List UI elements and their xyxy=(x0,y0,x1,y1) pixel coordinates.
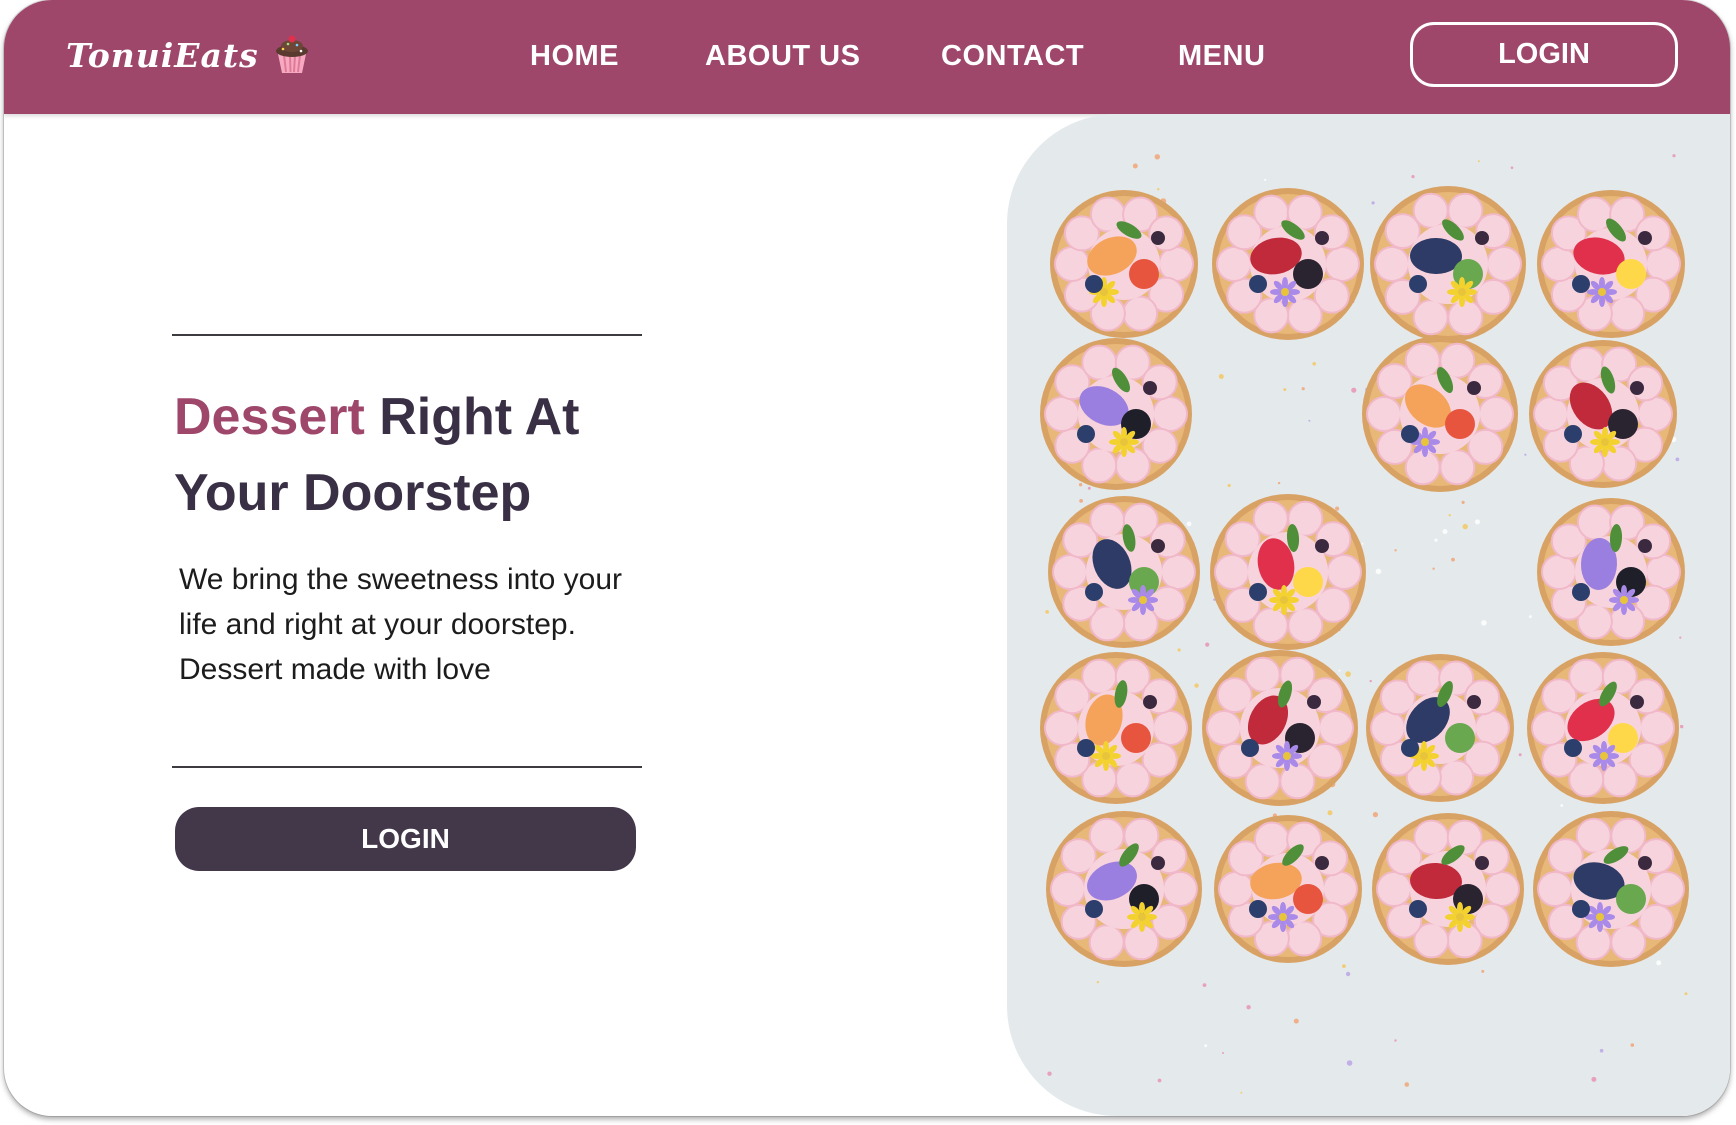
nav-about-us[interactable]: ABOUT US xyxy=(705,36,860,76)
hero-login-button[interactable]: LOGIN xyxy=(175,807,636,871)
hero-description: We bring the sweetness into your life an… xyxy=(179,563,623,686)
headline-accent: Dessert xyxy=(174,388,365,446)
app-window: TonuiEats HOME ABOUT US CONTACT MENU LOG… xyxy=(4,0,1730,1116)
divider-bottom xyxy=(172,766,642,768)
hero-headline: Dessert Right At Your Doorstep xyxy=(174,379,694,531)
cupcake-icon xyxy=(275,35,308,73)
brand-name: TonuiEats xyxy=(66,35,259,75)
cupcake-photo xyxy=(1040,154,1689,1094)
hero-content: Dessert Right At Your Doorstep We bring … xyxy=(4,114,1004,1116)
nav-menu[interactable]: MENU xyxy=(1178,36,1265,76)
brand-logo[interactable]: TonuiEats xyxy=(66,30,313,80)
nav-home[interactable]: HOME xyxy=(530,36,619,76)
header-login-button[interactable]: LOGIN xyxy=(1410,22,1678,87)
nav-contact[interactable]: CONTACT xyxy=(941,36,1084,76)
divider-top xyxy=(172,334,642,336)
top-navbar: TonuiEats HOME ABOUT US CONTACT MENU LOG… xyxy=(4,0,1730,114)
hero-image xyxy=(1007,114,1730,1116)
